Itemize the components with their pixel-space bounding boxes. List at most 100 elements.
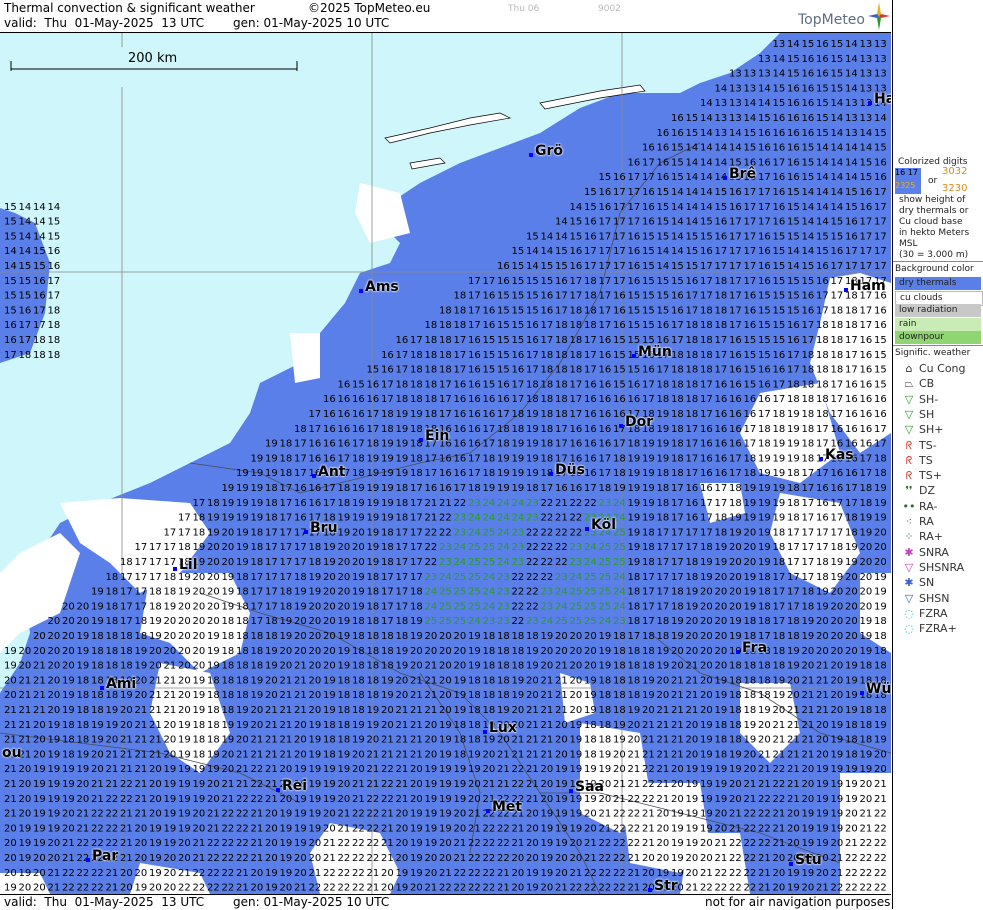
city-label[interactable]: Ami [106, 676, 136, 692]
svg-text:16: 16 [802, 83, 815, 94]
city-label[interactable]: Saa [575, 779, 604, 795]
map-canvas: 13 14 15 16 15 14 13 1313 14 15 16 16 15 14 13 1313 13 13… [0, 33, 891, 894]
city-label[interactable]: Rei [282, 778, 307, 794]
svg-text:18: 18 [628, 572, 641, 583]
svg-text:17: 17 [715, 261, 728, 272]
svg-text:22: 22 [425, 557, 438, 568]
city-label[interactable]: Ha [874, 91, 891, 107]
svg-text:15: 15 [526, 305, 539, 316]
svg-text:16: 16 [570, 261, 583, 272]
svg-text:16: 16 [802, 291, 815, 302]
svg-text:16: 16 [338, 394, 351, 405]
svg-text:16: 16 [700, 424, 713, 435]
svg-text:15: 15 [787, 305, 800, 316]
svg-text:23: 23 [439, 542, 452, 553]
svg-text:16: 16 [831, 483, 844, 494]
city-label[interactable]: Met [492, 799, 522, 815]
svg-text:15: 15 [816, 98, 829, 109]
city-label[interactable]: Grö [535, 143, 563, 159]
svg-text:19: 19 [831, 749, 844, 760]
svg-text:20: 20 [744, 542, 757, 553]
svg-text:14: 14 [700, 143, 713, 154]
city-label[interactable]: Mün [638, 344, 672, 360]
svg-text:22: 22 [555, 527, 568, 538]
svg-text:19: 19 [48, 794, 61, 805]
city-label[interactable]: Düs [555, 462, 585, 478]
svg-text:19: 19 [265, 646, 278, 657]
city-label[interactable]: Lux [489, 720, 517, 736]
city-label[interactable]: Ams [365, 279, 399, 295]
svg-text:19: 19 [700, 764, 713, 775]
svg-text:20: 20 [410, 883, 423, 894]
svg-text:18: 18 [512, 646, 525, 657]
svg-text:18: 18 [729, 498, 742, 509]
svg-text:21: 21 [120, 853, 133, 864]
legend-weather-label: SH- [919, 392, 939, 406]
city-label[interactable]: Ant [318, 464, 346, 480]
city-label[interactable]: Ham [850, 278, 886, 294]
svg-text:20: 20 [19, 779, 32, 790]
svg-text:23: 23 [526, 616, 539, 627]
svg-text:15: 15 [773, 261, 786, 272]
svg-text:19: 19 [729, 631, 742, 642]
city-label[interactable]: Bru [310, 520, 338, 536]
svg-text:18: 18 [396, 394, 409, 405]
svg-text:20: 20 [686, 749, 699, 760]
city-label[interactable]: Köl [591, 517, 616, 533]
svg-text:19: 19 [860, 646, 873, 657]
svg-text:25: 25 [584, 572, 597, 583]
svg-text:20: 20 [193, 809, 206, 820]
svg-text:19: 19 [294, 809, 307, 820]
svg-text:19: 19 [294, 823, 307, 834]
city-label[interactable]: Fra [742, 640, 767, 656]
svg-text:20: 20 [19, 809, 32, 820]
svg-text:19: 19 [381, 453, 394, 464]
city-label[interactable]: Str [654, 878, 678, 894]
svg-text:24: 24 [468, 527, 481, 538]
svg-text:17: 17 [512, 379, 525, 390]
svg-text:18: 18 [729, 705, 742, 716]
svg-text:17: 17 [367, 424, 380, 435]
city-label[interactable]: Dor [625, 414, 653, 430]
svg-text:16: 16 [439, 483, 452, 494]
svg-text:18: 18 [207, 735, 220, 746]
svg-text:20: 20 [874, 557, 887, 568]
city-label[interactable]: Lil [179, 557, 198, 573]
svg-text:15: 15 [773, 335, 786, 346]
svg-text:13: 13 [860, 69, 873, 80]
svg-text:18: 18 [236, 631, 249, 642]
svg-text:19: 19 [309, 720, 322, 731]
city-label[interactable]: Par [92, 848, 118, 864]
svg-text:16: 16 [599, 424, 612, 435]
thermal-map[interactable]: 13 14 15 16 15 14 13 13 13 14 15 16 16 15 14 13 13 13 13 13… [0, 33, 891, 894]
city-label[interactable]: Stu [795, 852, 822, 868]
svg-text:18: 18 [744, 661, 757, 672]
svg-text:21: 21 [671, 735, 684, 746]
svg-text:18: 18 [657, 498, 670, 509]
svg-text:19: 19 [338, 616, 351, 627]
svg-text:19: 19 [367, 513, 380, 524]
svg-text:18: 18 [802, 409, 815, 420]
svg-text:18: 18 [802, 601, 815, 612]
legend-weather-item: ✱ SN [899, 576, 934, 591]
city-label[interactable]: ou [2, 745, 22, 761]
svg-text:20: 20 [381, 720, 394, 731]
svg-text:20: 20 [686, 631, 699, 642]
svg-text:21: 21 [396, 749, 409, 760]
svg-text:20: 20 [715, 631, 728, 642]
svg-text:21: 21 [802, 735, 815, 746]
city-label[interactable]: Ein [425, 428, 449, 444]
svg-text:22: 22 [874, 823, 887, 834]
city-label[interactable]: Wü [866, 681, 891, 697]
city-label[interactable]: Brê [729, 166, 756, 182]
svg-text:16: 16 [744, 291, 757, 302]
svg-text:19: 19 [555, 809, 568, 820]
city-label[interactable]: Kas [825, 447, 854, 463]
svg-text:17: 17 [454, 335, 467, 346]
svg-text:20: 20 [77, 794, 90, 805]
svg-text:21: 21 [715, 838, 728, 849]
svg-text:18: 18 [700, 320, 713, 331]
svg-text:24: 24 [483, 572, 496, 583]
svg-text:20: 20 [439, 631, 452, 642]
svg-text:20: 20 [744, 764, 757, 775]
